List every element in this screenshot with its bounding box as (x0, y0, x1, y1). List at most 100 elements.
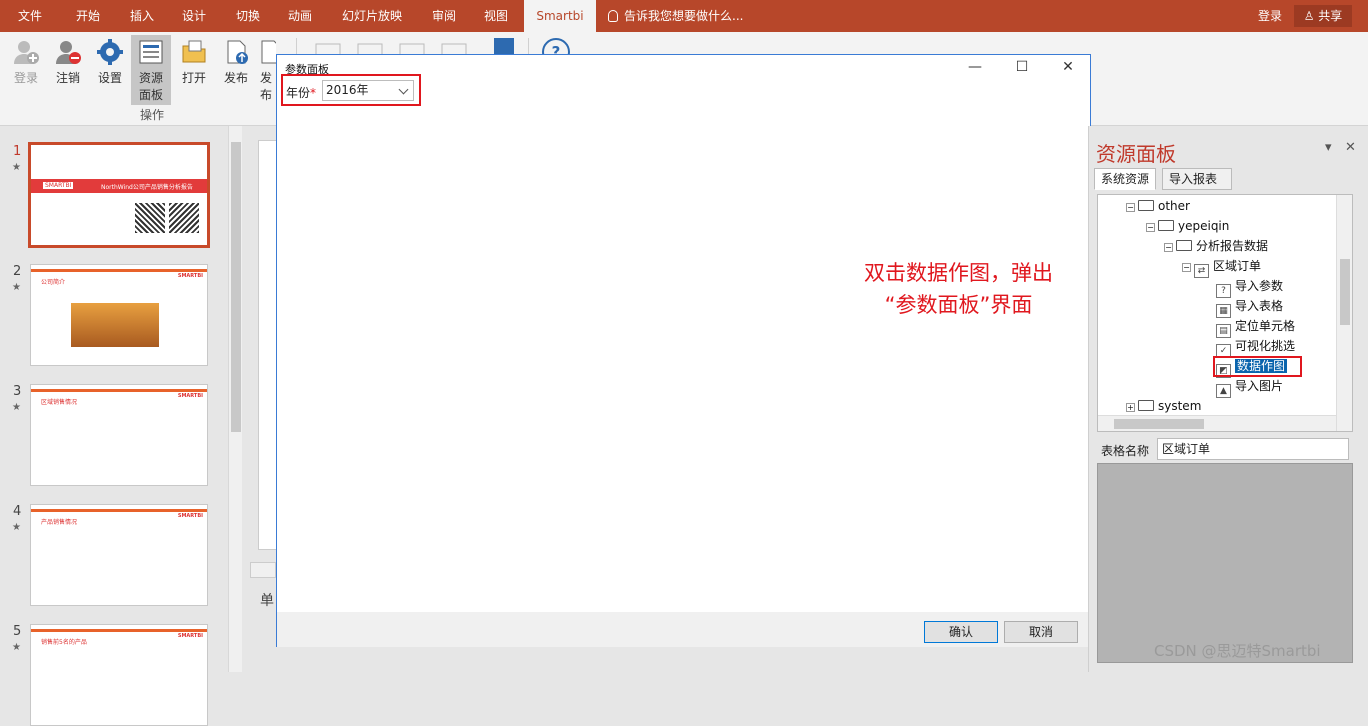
year-value: 2016年 (326, 83, 369, 97)
star-icon: ★ (12, 522, 21, 533)
tree-hscroll[interactable] (1098, 415, 1336, 431)
user-add-icon (12, 38, 40, 66)
minimize-icon[interactable]: — (963, 59, 987, 75)
chevron-down-icon (398, 84, 409, 95)
tab-animations[interactable]: 动画 (276, 0, 324, 32)
annotation-line-1: 双击数据作图，弹出 (864, 261, 1053, 285)
tree-label: 导入参数 (1235, 279, 1284, 293)
ribbon-login-label: 登录 (13, 71, 38, 85)
ribbon-login-button[interactable]: 登录 (6, 38, 46, 86)
collapse-icon: − (1126, 203, 1135, 212)
tab-smartbi[interactable]: Smartbi (524, 0, 596, 32)
ribbon-open-button[interactable]: 打开 (174, 38, 214, 86)
cell-icon: ▤ (1216, 324, 1231, 338)
folder-icon (1176, 240, 1192, 251)
ribbon-group-label: 操作 (140, 108, 165, 122)
tree-vscroll[interactable] (1336, 195, 1352, 431)
cancel-button[interactable]: 取消 (1004, 621, 1078, 643)
tab-file[interactable]: 文件 (6, 0, 54, 32)
scroll-thumb[interactable] (1340, 259, 1350, 325)
year-select[interactable]: 2016年 (322, 80, 414, 101)
star-icon: ★ (12, 402, 21, 413)
tree-label: 导入图片 (1235, 379, 1284, 393)
ribbon-logout-label: 注销 (55, 71, 80, 85)
tree-label: 导入表格 (1235, 299, 1284, 313)
selection-highlight-box (1213, 356, 1302, 377)
preview-area (1097, 463, 1353, 663)
tree-node-region-order[interactable]: − ⇄ 区域订单 (1182, 257, 1261, 278)
thumb-title: 公司简介 (41, 279, 66, 286)
ribbon-publish-label: 发布 (223, 71, 248, 85)
slide-preview: SMARTBI 公司简介 (30, 264, 208, 366)
scroll-thumb[interactable] (1114, 419, 1204, 429)
ribbon-open-label: 打开 (181, 71, 206, 85)
tab-home[interactable]: 开始 (64, 0, 112, 32)
chevron-down-icon[interactable]: ▾ (1325, 140, 1332, 155)
required-mark: * (310, 86, 317, 100)
tree-label: 可视化挑选 (1235, 339, 1296, 353)
image-icon: ▲ (1216, 384, 1231, 398)
ribbon-logout-button[interactable]: 注销 (48, 38, 88, 86)
collapse-icon: − (1146, 223, 1155, 232)
user-remove-icon (54, 38, 82, 66)
tree-node-report-data[interactable]: − 分析报告数据 (1164, 237, 1268, 255)
ribbon-publish2-button[interactable]: 发布 (256, 38, 276, 103)
tree-node-system[interactable]: + system (1126, 397, 1201, 415)
annotation-callout: 双击数据作图，弹出 “参数面板”界面 (864, 257, 1053, 321)
table-name-field[interactable]: 区域订单 (1157, 438, 1349, 460)
open-folder-icon (180, 38, 208, 66)
slide-edge (258, 140, 278, 550)
expand-icon: + (1126, 403, 1135, 412)
ribbon-resource-panel-button[interactable]: 资源 面板 (131, 35, 171, 105)
qr-code (169, 203, 199, 233)
tab-import-reports[interactable]: 导入报表 (1162, 168, 1232, 190)
tab-insert[interactable]: 插入 (118, 0, 166, 32)
tree-node-import-table[interactable]: ▦ 导入表格 (1216, 297, 1284, 318)
slide-number: 4 (13, 504, 22, 519)
tree-node-locate-cell[interactable]: ▤ 定位单元格 (1216, 317, 1295, 338)
tell-me-search[interactable]: 告诉我您想要做什么... (608, 0, 743, 32)
tree-node-import-param[interactable]: ? 导入参数 (1216, 277, 1284, 298)
table-name-label: 表格名称 (1101, 444, 1150, 458)
tree-node-import-image[interactable]: ▲ 导入图片 (1216, 377, 1284, 398)
tab-transitions[interactable]: 切换 (224, 0, 272, 32)
ribbon-publish-button[interactable]: 发布 (216, 38, 256, 86)
resource-panel: 资源面板 ▾ ✕ 系统资源 导入报表 − other − yepeiqin − 分析报… (1088, 126, 1368, 672)
slide-number: 3 (13, 384, 22, 399)
thumbnail-scrollbar[interactable] (228, 126, 242, 672)
close-icon[interactable]: ✕ (1056, 59, 1080, 75)
share-button[interactable]: ♙ 共享 (1294, 5, 1352, 27)
canvas-hscroll[interactable] (250, 562, 276, 578)
confirm-button[interactable]: 确认 (924, 621, 998, 643)
tree-node-other[interactable]: − other (1126, 197, 1190, 215)
ribbon-settings-button[interactable]: 设置 (90, 38, 130, 86)
login-link[interactable]: 登录 (1258, 0, 1282, 32)
star-icon: ★ (12, 642, 21, 653)
tree-node-visual-filter[interactable]: ✓ 可视化挑选 (1216, 337, 1296, 358)
slide-preview: SMARTBI 销售前5名的产品 (30, 624, 208, 726)
scroll-thumb[interactable] (231, 142, 241, 432)
ribbon-resource-label-2: 面板 (138, 88, 163, 102)
close-icon[interactable]: ✕ (1345, 140, 1356, 155)
folder-icon (1138, 400, 1154, 411)
tab-system-resources[interactable]: 系统资源 (1094, 168, 1156, 190)
tree-node-yepeiqin[interactable]: − yepeiqin (1146, 217, 1229, 235)
tab-slideshow[interactable]: 幻灯片放映 (334, 0, 410, 32)
year-label-text: 年份 (286, 86, 311, 100)
gear-icon (96, 38, 124, 66)
slide-preview: SMARTBI NorthWind公司产品销售分析报告 (28, 142, 210, 248)
slide-thumbnail-pane: 1 ★ SMARTBI NorthWind公司产品销售分析报告 2 ★ SMAR… (0, 126, 228, 726)
tab-review[interactable]: 审阅 (420, 0, 468, 32)
publish-icon (256, 38, 276, 66)
table-icon: ▦ (1216, 304, 1231, 318)
publish-icon (222, 38, 250, 66)
tab-design[interactable]: 设计 (170, 0, 218, 32)
star-icon: ★ (12, 282, 21, 293)
year-label: 年份* (286, 84, 316, 101)
maximize-icon[interactable]: ☐ (1010, 59, 1034, 75)
thumb-title: 产品销售情况 (41, 519, 78, 526)
report-icon: ⇄ (1194, 264, 1209, 278)
slide-preview: SMARTBI 区域销售情况 (30, 384, 208, 486)
tab-view[interactable]: 视图 (472, 0, 520, 32)
thumb-title: NorthWind公司产品销售分析报告 (101, 184, 193, 191)
